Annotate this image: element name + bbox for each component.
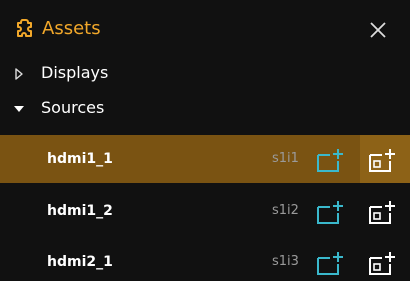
- tree-item-label: Sources: [41, 98, 105, 117]
- source-code: s1i2: [272, 203, 299, 218]
- source-name: hdmi1_2: [47, 203, 113, 219]
- add-to-display-icon[interactable]: [316, 250, 346, 276]
- source-name: hdmi1_1: [47, 151, 113, 167]
- source-row[interactable]: hdmi1_1 s1i1: [0, 135, 410, 183]
- source-row[interactable]: hdmi2_1 s1i3: [0, 238, 410, 281]
- source-code: s1i1: [272, 151, 299, 166]
- tree-item-label: Displays: [41, 63, 109, 82]
- source-code: s1i3: [272, 254, 299, 269]
- source-row[interactable]: hdmi1_2 s1i2: [0, 187, 410, 235]
- caret-right-icon[interactable]: [12, 67, 26, 81]
- action-slot: [360, 238, 410, 281]
- add-window-icon[interactable]: [368, 250, 398, 276]
- add-window-icon[interactable]: [368, 147, 398, 173]
- caret-down-icon[interactable]: [12, 102, 26, 116]
- close-icon[interactable]: [364, 16, 392, 44]
- panel-title: Assets: [42, 18, 101, 39]
- action-slot: [360, 135, 410, 183]
- puzzle-icon: [17, 19, 32, 37]
- tree-item-displays[interactable]: Displays: [0, 57, 410, 91]
- action-slot: [360, 187, 410, 235]
- source-name: hdmi2_1: [47, 254, 113, 270]
- add-to-display-icon[interactable]: [316, 199, 346, 225]
- assets-panel: Assets Displays Sources hdmi1_1 s1i1 hdm…: [0, 0, 410, 281]
- panel-header: Assets: [0, 0, 410, 57]
- tree-item-sources[interactable]: Sources: [0, 92, 410, 126]
- add-window-icon[interactable]: [368, 199, 398, 225]
- add-to-display-icon[interactable]: [316, 147, 346, 173]
